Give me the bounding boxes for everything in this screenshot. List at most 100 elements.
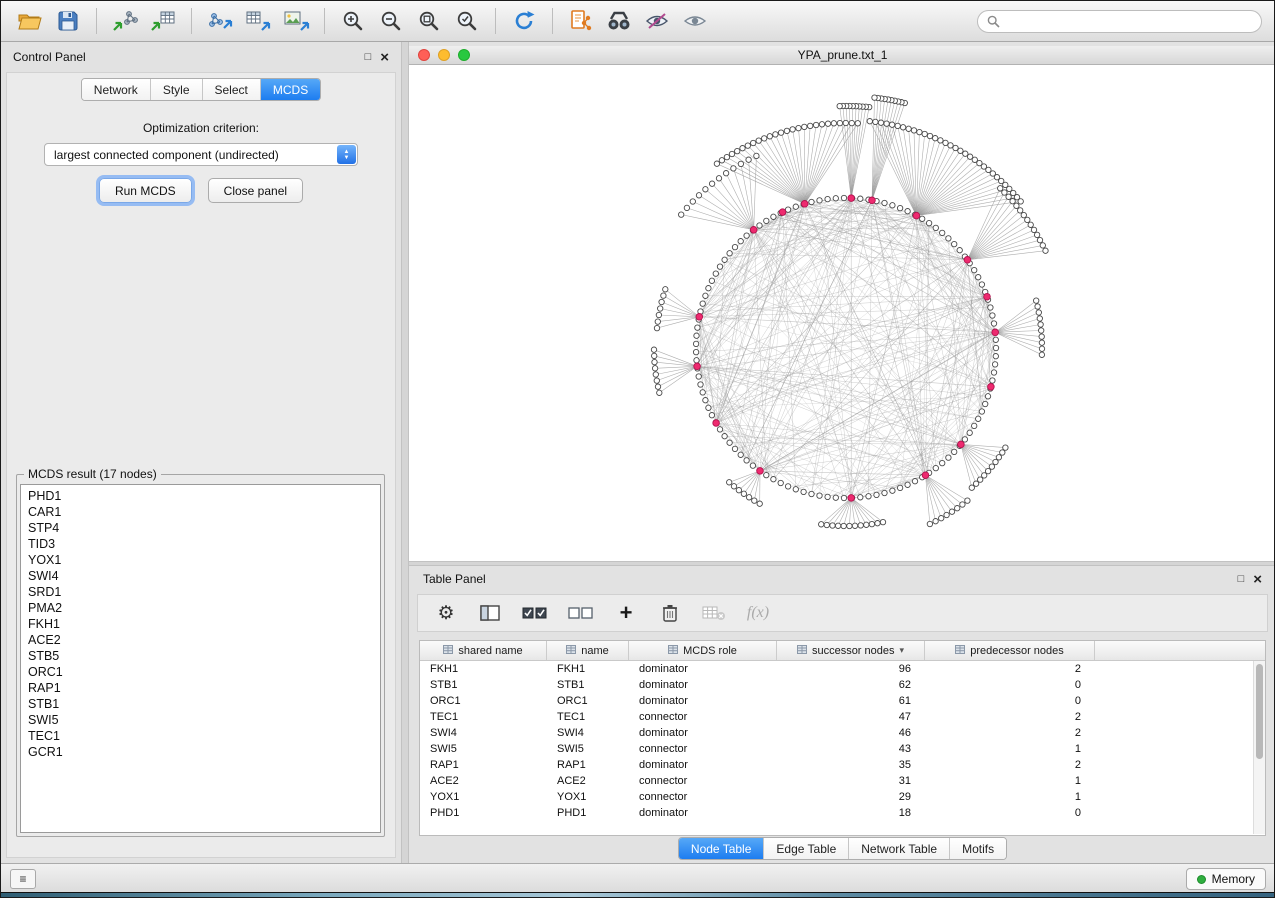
network-node[interactable] xyxy=(847,523,852,528)
network-node[interactable] xyxy=(703,398,708,403)
network-node[interactable] xyxy=(694,358,699,363)
table-row[interactable]: SWI4SWI4dominator462 xyxy=(420,725,1265,741)
network-node[interactable] xyxy=(793,487,798,492)
network-node[interactable] xyxy=(717,264,722,269)
network-hub-node[interactable] xyxy=(988,384,995,391)
network-hub-node[interactable] xyxy=(696,314,703,321)
network-node[interactable] xyxy=(793,204,798,209)
network-node[interactable] xyxy=(754,153,759,158)
tab-mcds[interactable]: MCDS xyxy=(261,79,320,100)
network-node[interactable] xyxy=(709,181,714,186)
network-hub-node[interactable] xyxy=(779,209,786,216)
network-node[interactable] xyxy=(831,121,836,126)
network-node[interactable] xyxy=(709,413,714,418)
export-image-button[interactable] xyxy=(279,5,313,37)
network-node[interactable] xyxy=(757,501,762,506)
network-node[interactable] xyxy=(809,199,814,204)
network-node[interactable] xyxy=(709,278,714,283)
network-node[interactable] xyxy=(771,214,776,219)
network-node[interactable] xyxy=(727,480,732,485)
network-node[interactable] xyxy=(790,127,795,132)
mcds-result-item[interactable]: CAR1 xyxy=(28,504,373,520)
network-node[interactable] xyxy=(825,494,830,499)
network-node[interactable] xyxy=(990,378,995,383)
network-node[interactable] xyxy=(809,491,814,496)
network-node[interactable] xyxy=(722,257,727,262)
memory-button[interactable]: Memory xyxy=(1186,868,1266,890)
table-row[interactable]: FKH1FKH1dominator962 xyxy=(420,661,1265,677)
network-node[interactable] xyxy=(767,134,772,139)
network-node[interactable] xyxy=(953,145,958,150)
network-node[interactable] xyxy=(756,138,761,143)
network-node[interactable] xyxy=(837,103,842,108)
tab-style[interactable]: Style xyxy=(151,79,203,100)
network-node[interactable] xyxy=(808,123,813,128)
network-node[interactable] xyxy=(693,349,698,354)
network-hub-node[interactable] xyxy=(992,329,999,336)
network-node[interactable] xyxy=(972,267,977,272)
network-node[interactable] xyxy=(940,460,945,465)
network-node[interactable] xyxy=(979,282,984,287)
network-node[interactable] xyxy=(1040,243,1045,248)
network-node[interactable] xyxy=(920,216,925,221)
network-node[interactable] xyxy=(938,138,943,143)
mcds-result-list[interactable]: PHD1CAR1STP4TID3YOX1SWI4SRD1PMA2FKH1ACE2… xyxy=(20,484,381,833)
share-document-button[interactable] xyxy=(564,5,598,37)
float-table-panel-icon[interactable]: □ xyxy=(1238,574,1245,585)
create-column-button[interactable]: + xyxy=(614,599,638,627)
network-node[interactable] xyxy=(716,176,721,181)
network-node[interactable] xyxy=(654,325,659,330)
network-node[interactable] xyxy=(884,121,889,126)
network-node[interactable] xyxy=(952,449,957,454)
network-canvas[interactable] xyxy=(409,65,1275,561)
search-box[interactable] xyxy=(977,10,1262,33)
mcds-result-item[interactable]: SWI5 xyxy=(28,712,373,728)
network-node[interactable] xyxy=(873,119,878,124)
network-node[interactable] xyxy=(946,236,951,241)
zoom-selected-button[interactable] xyxy=(450,5,484,37)
network-node[interactable] xyxy=(867,119,872,124)
network-node[interactable] xyxy=(990,313,995,318)
network-node[interactable] xyxy=(727,251,732,256)
network-node[interactable] xyxy=(656,312,661,317)
tab-select[interactable]: Select xyxy=(203,79,261,100)
network-node[interactable] xyxy=(965,498,970,503)
network-node[interactable] xyxy=(864,522,869,527)
network-node[interactable] xyxy=(684,205,689,210)
network-node[interactable] xyxy=(880,519,885,524)
clear-table-button[interactable] xyxy=(702,599,726,627)
network-node[interactable] xyxy=(744,233,749,238)
network-node[interactable] xyxy=(778,480,783,485)
mcds-result-item[interactable]: PHD1 xyxy=(28,488,373,504)
network-node[interactable] xyxy=(1037,316,1042,321)
network-node[interactable] xyxy=(1034,298,1039,303)
criterion-dropdown[interactable]: largest connected component (undirected)… xyxy=(44,143,358,166)
network-node[interactable] xyxy=(940,230,945,235)
network-node[interactable] xyxy=(858,196,863,201)
network-node[interactable] xyxy=(732,244,737,249)
network-hub-node[interactable] xyxy=(964,257,971,264)
table-scrollbar-track[interactable] xyxy=(1253,661,1265,834)
table-row[interactable]: RAP1RAP1dominator352 xyxy=(420,757,1265,773)
table-row[interactable]: TEC1TEC1connector472 xyxy=(420,709,1265,725)
network-node[interactable] xyxy=(713,271,718,276)
network-node[interactable] xyxy=(706,405,711,410)
network-node[interactable] xyxy=(841,523,846,528)
network-node[interactable] xyxy=(911,128,916,133)
mcds-result-item[interactable]: TID3 xyxy=(28,536,373,552)
table-tab-node-table[interactable]: Node Table xyxy=(679,838,765,859)
save-session-button[interactable] xyxy=(51,5,85,37)
network-node[interactable] xyxy=(732,446,737,451)
network-node[interactable] xyxy=(976,275,981,280)
network-hub-node[interactable] xyxy=(848,195,855,202)
window-zoom-icon[interactable] xyxy=(458,49,470,61)
network-node[interactable] xyxy=(1036,310,1041,315)
network-node[interactable] xyxy=(661,293,666,298)
network-node[interactable] xyxy=(727,440,732,445)
vertical-splitter[interactable] xyxy=(401,42,409,863)
find-button[interactable] xyxy=(602,5,636,37)
network-node[interactable] xyxy=(784,128,789,133)
network-node[interactable] xyxy=(693,341,698,346)
network-node[interactable] xyxy=(714,161,719,166)
window-close-icon[interactable] xyxy=(418,49,430,61)
